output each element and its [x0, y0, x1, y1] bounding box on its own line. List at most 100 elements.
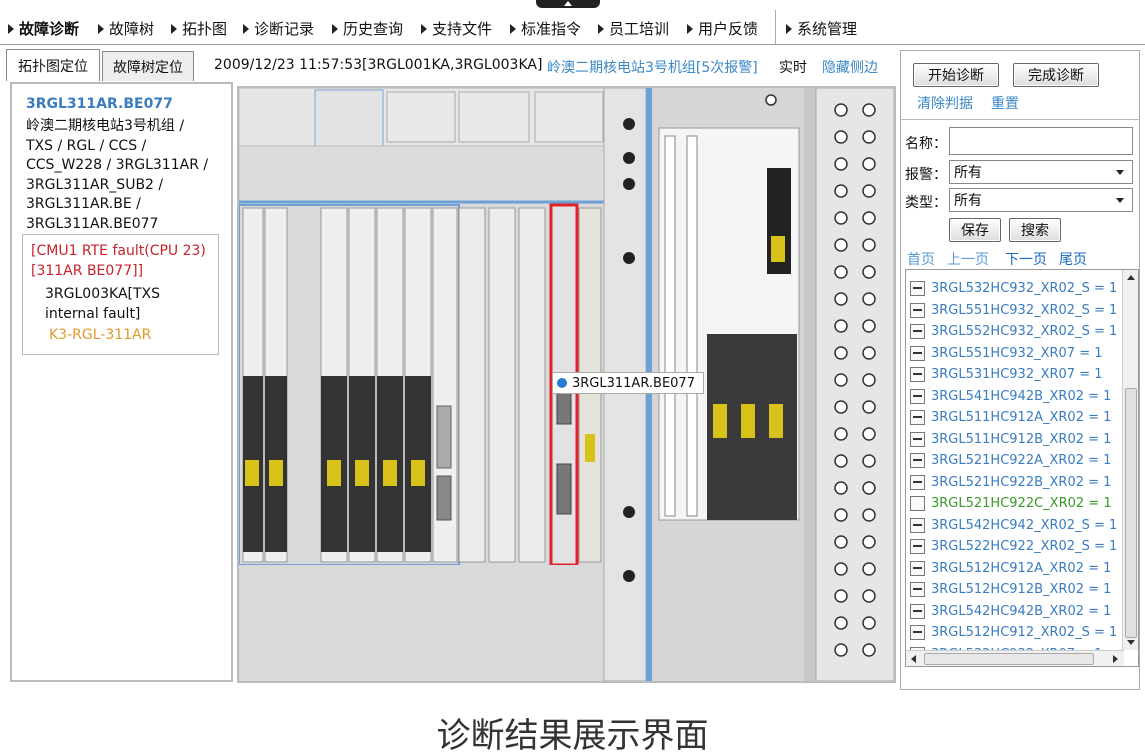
figure-caption: 诊断结果展示界面: [436, 716, 709, 756]
checkbox-icon[interactable]: [910, 388, 925, 404]
path-line: 3RGL311AR.BE /: [26, 196, 141, 212]
menu-topology[interactable]: 拓扑图: [171, 18, 227, 39]
alarm-label: 报警：: [905, 167, 947, 183]
hide-sidebar-link[interactable]: 隐藏侧边: [822, 57, 878, 77]
finish-diagnosis-button[interactable]: 完成诊断: [1013, 63, 1099, 87]
scroll-right-icon[interactable]: [1113, 655, 1118, 663]
first-page-link[interactable]: 首页: [907, 249, 935, 269]
name-input[interactable]: [949, 127, 1133, 155]
menu-diagnosis-records[interactable]: 诊断记录: [243, 18, 314, 39]
menu-history-query[interactable]: 历史查询: [332, 18, 403, 39]
search-button[interactable]: 搜索: [1009, 218, 1061, 242]
scroll-thumb[interactable]: [924, 653, 1094, 665]
result-item[interactable]: 3RGL522HC922_XR02_S = 1: [910, 536, 1117, 556]
result-item[interactable]: 3RGL531HC932_XR07 = 1: [910, 364, 1103, 384]
result-item[interactable]: 3RGL512HC912_XR02_S = 1: [910, 622, 1117, 642]
checkbox-icon[interactable]: [910, 302, 925, 318]
scroll-down-icon[interactable]: [1127, 640, 1135, 645]
scroll-up-icon[interactable]: [1127, 275, 1135, 280]
criteria-result-list: 3RGL532HC932_XR02_S = 1 3RGL551HC932_XR0…: [905, 269, 1139, 667]
checkbox-icon[interactable]: [910, 560, 925, 576]
reset-link[interactable]: 重置: [991, 93, 1019, 113]
triangle-right-icon: [786, 23, 792, 34]
start-diagnosis-button[interactable]: 开始诊断: [913, 63, 999, 87]
scroll-left-icon[interactable]: [911, 655, 916, 663]
result-item[interactable]: 3RGL532HC932_XR02_S = 1: [910, 278, 1117, 298]
menu-support-files[interactable]: 支持文件: [421, 18, 492, 39]
checkbox-icon[interactable]: [910, 624, 925, 640]
save-button[interactable]: 保存: [949, 218, 1001, 242]
main-menu-bar: 故障诊断 故障树 拓扑图 诊断记录 历史查询 支持文件 标准指令 员工培训 用户…: [0, 0, 1145, 45]
alarm-timestamp: 2009/12/23 11:57:53[3RGL001KA,3RGL003KA]: [214, 57, 543, 73]
triangle-right-icon: [8, 23, 14, 34]
fault-info-box: [CMU1 RTE fault(CPU 23)[311AR BE077]] 3R…: [22, 234, 219, 355]
diagnosis-app: 故障诊断 故障树 拓扑图 诊断记录 历史查询 支持文件 标准指令 员工培训 用户…: [0, 0, 1145, 756]
alarm-select[interactable]: 所有: [949, 160, 1133, 184]
type-label: 类型：: [905, 195, 947, 211]
menu-user-feedback[interactable]: 用户反馈: [687, 18, 758, 39]
result-item[interactable]: 3RGL511HC912A_XR02 = 1: [910, 407, 1111, 427]
name-label: 名称：: [905, 136, 947, 152]
triangle-right-icon: [243, 23, 249, 34]
clear-criteria-link[interactable]: 清除判据: [917, 93, 973, 113]
prev-page-link[interactable]: 上一页: [947, 249, 989, 269]
menu-divider: [775, 10, 776, 44]
checkbox-icon[interactable]: [910, 581, 925, 597]
fault-title[interactable]: [CMU1 RTE fault(CPU 23)[311AR BE077]]: [31, 241, 216, 281]
selected-node-title: 3RGL311AR.BE077: [26, 96, 173, 112]
checkbox-icon[interactable]: [910, 517, 925, 533]
checkbox-icon[interactable]: [910, 474, 925, 490]
last-page-link[interactable]: 尾页: [1059, 249, 1087, 269]
collapse-top-handle[interactable]: [536, 0, 600, 8]
result-item[interactable]: 3RGL541HC942B_XR02 = 1: [910, 386, 1111, 406]
result-item-unchecked[interactable]: 3RGL521HC922C_XR02 = 1: [910, 493, 1112, 513]
vertical-scrollbar[interactable]: [1122, 270, 1138, 650]
result-item[interactable]: 3RGL512HC912B_XR02 = 1: [910, 579, 1111, 599]
path-line: CCS_W228 / 3RGL311AR /: [26, 157, 209, 173]
tab-faulttree-locate[interactable]: 故障树定位: [102, 51, 194, 81]
checkbox-icon[interactable]: [910, 345, 925, 361]
checkbox-icon[interactable]: [910, 603, 925, 619]
checkbox-icon[interactable]: [910, 409, 925, 425]
horizontal-scrollbar[interactable]: [906, 650, 1124, 666]
scroll-thumb[interactable]: [1125, 388, 1137, 638]
triangle-right-icon: [510, 23, 516, 34]
menu-fault-tree[interactable]: 故障树: [98, 18, 154, 39]
menu-staff-training[interactable]: 员工培训: [598, 18, 669, 39]
path-line: 3RGL311AR_SUB2 /: [26, 176, 164, 193]
checkbox-icon[interactable]: [910, 495, 925, 511]
realtime-label[interactable]: 实时: [779, 57, 807, 77]
result-item[interactable]: 3RGL551HC932_XR07 = 1: [910, 343, 1103, 363]
station-alarm-link[interactable]: 岭澳二期核电站3号机组[5次报警]: [547, 57, 758, 77]
path-line: 岭澳二期核电站3号机组 /: [26, 118, 185, 134]
result-item[interactable]: 3RGL542HC942B_XR02 = 1: [910, 601, 1111, 621]
checkbox-icon[interactable]: [910, 280, 925, 296]
path-line: 3RGL311AR.BE077: [26, 215, 159, 232]
menu-fault-diagnosis[interactable]: 故障诊断: [8, 18, 79, 39]
triangle-right-icon: [332, 23, 338, 34]
result-item[interactable]: 3RGL521HC922A_XR02 = 1: [910, 450, 1111, 470]
result-item[interactable]: 3RGL511HC912B_XR02 = 1: [910, 429, 1111, 449]
triangle-right-icon: [98, 23, 104, 34]
result-item[interactable]: 3RGL551HC932_XR02_S = 1: [910, 300, 1117, 320]
menu-system-management[interactable]: 系统管理: [786, 18, 857, 39]
tab-topology-locate[interactable]: 拓扑图定位: [6, 49, 100, 81]
result-item[interactable]: 3RGL512HC912A_XR02 = 1: [910, 558, 1111, 578]
result-item[interactable]: 3RGL521HC922B_XR02 = 1: [910, 472, 1111, 492]
result-item[interactable]: 3RGL552HC932_XR02_S = 1: [910, 321, 1117, 341]
checkbox-icon[interactable]: [910, 366, 925, 382]
checkbox-icon[interactable]: [910, 323, 925, 339]
next-page-link[interactable]: 下一页: [1005, 249, 1047, 269]
type-select[interactable]: 所有: [949, 188, 1133, 212]
fault-code[interactable]: K3-RGL-311AR: [49, 327, 151, 343]
checkbox-icon[interactable]: [910, 431, 925, 447]
menu-standard-commands[interactable]: 标准指令: [510, 18, 581, 39]
fault-detail: 3RGL003KA[TXS internal fault]: [45, 286, 161, 322]
node-path: 岭澳二期核电站3号机组 / TXS / RGL / CCS / CCS_W228…: [26, 117, 231, 234]
triangle-right-icon: [171, 23, 177, 34]
result-item[interactable]: 3RGL542HC942_XR02_S = 1: [910, 515, 1117, 535]
triangle-right-icon: [598, 23, 604, 34]
dropdown-arrow-icon: [1116, 170, 1124, 175]
checkbox-icon[interactable]: [910, 452, 925, 468]
checkbox-icon[interactable]: [910, 538, 925, 554]
